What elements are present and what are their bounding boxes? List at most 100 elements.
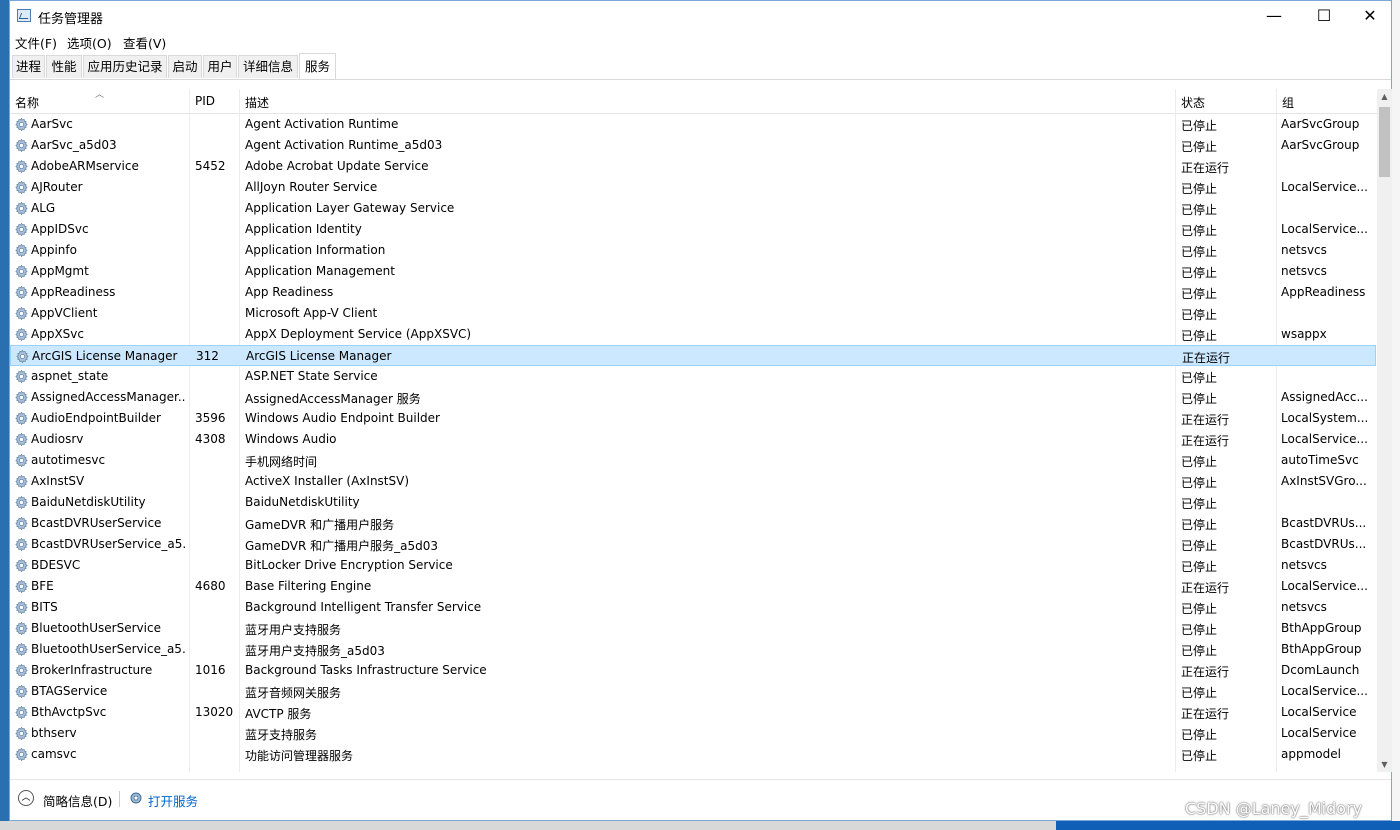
table-row[interactable]: BcastDVRUserService_a5... GameDVR 和广播用户服务…	[10, 534, 1376, 555]
service-gear-icon	[14, 726, 29, 741]
service-group: AarSvcGroup	[1281, 117, 1360, 131]
service-description: 蓝牙用户支持服务	[245, 623, 342, 637]
table-row[interactable]: BcastDVRUserService GameDVR 和广播用户服务 已停止 Bca…	[10, 513, 1376, 534]
service-gear-icon	[14, 558, 29, 573]
service-description: Adobe Acrobat Update Service	[245, 159, 429, 173]
service-status: 已停止	[1181, 455, 1218, 469]
table-row[interactable]: ALG Application Layer Gateway Service 已停止	[10, 198, 1376, 219]
service-gear-icon	[14, 495, 29, 510]
service-gear-icon	[14, 306, 29, 321]
table-row[interactable]: AppIDSvc Application Identity 已停止 LocalServ…	[10, 219, 1376, 240]
tab-processes[interactable]: 进程	[12, 55, 45, 78]
table-row[interactable]: camsvc 功能访问管理器服务 已停止 appmodel	[10, 744, 1376, 765]
table-row[interactable]: BluetoothUserService 蓝牙用户支持服务 已停止 BthAppGro…	[10, 618, 1376, 639]
service-name: AarSvc_a5d03	[31, 138, 117, 152]
service-status: 已停止	[1181, 686, 1218, 700]
tab-app-history[interactable]: 应用历史记录	[83, 55, 167, 78]
column-header-name[interactable]: 名称	[15, 94, 39, 111]
table-row[interactable]: BaiduNetdiskUtility BaiduNetdiskUtility 已停…	[10, 492, 1376, 513]
service-gear-icon	[14, 369, 29, 384]
service-name: BITS	[31, 600, 58, 614]
service-name: BluetoothUserService	[31, 621, 161, 635]
service-gear-icon	[14, 411, 29, 426]
column-header-status[interactable]: 状态	[1181, 94, 1205, 111]
service-gear-icon	[14, 159, 29, 174]
table-row[interactable]: AxInstSV ActiveX Installer (AxInstSV) 已停止 A…	[10, 471, 1376, 492]
column-header-description[interactable]: 描述	[245, 94, 269, 111]
tab-services[interactable]: 服务	[299, 53, 336, 79]
table-row[interactable]: BTAGService 蓝牙音频网关服务 已停止 LocalService...	[10, 681, 1376, 702]
table-row[interactable]: AarSvc_a5d03 Agent Activation Runtime_a5d…	[10, 135, 1376, 156]
column-header-pid[interactable]: PID	[195, 94, 215, 108]
table-row[interactable]: Audiosrv 4308 Windows Audio 正在运行 LocalServic…	[10, 429, 1376, 450]
table-row[interactable]: AppMgmt Application Management 已停止 netsvcs	[10, 261, 1376, 282]
table-row[interactable]: BluetoothUserService_a5... 蓝牙用户支持服务_a5d03…	[10, 639, 1376, 660]
service-group: AppReadiness	[1281, 285, 1366, 299]
table-row[interactable]: AdobeARMservice 5452 Adobe Acrobat Update …	[10, 156, 1376, 177]
window-title: 任务管理器	[38, 12, 104, 27]
title-bar[interactable]: 任务管理器 — ☐ ✕	[10, 1, 1391, 31]
tab-performance[interactable]: 性能	[46, 55, 82, 78]
service-description: 功能访问管理器服务	[245, 749, 354, 763]
service-group: AxInstSVGro...	[1281, 474, 1367, 488]
table-row[interactable]: BthAvctpSvc 13020 AVCTP 服务 正在运行 LocalService	[10, 702, 1376, 723]
service-status: 已停止	[1181, 287, 1218, 301]
menu-view[interactable]: 查看(V)	[123, 33, 166, 52]
sort-ascending-icon: ︿	[95, 90, 105, 100]
maximize-button[interactable]: ☐	[1301, 1, 1347, 31]
service-description: Microsoft App-V Client	[245, 306, 378, 320]
services-table: ︿ 名称 PID 描述 状态 组 AarSvc Agent Activation …	[10, 89, 1377, 772]
table-row[interactable]: AppReadiness App Readiness 已停止 AppReadiness	[10, 282, 1376, 303]
desktop-background-left	[0, 0, 9, 830]
service-pid: 3596	[195, 411, 226, 425]
tab-users[interactable]: 用户	[203, 55, 237, 78]
service-gear-icon	[14, 600, 29, 615]
tab-startup[interactable]: 启动	[168, 55, 202, 78]
table-row[interactable]: AssignedAccessManager... AssignedAccessMa…	[10, 387, 1376, 408]
table-row[interactable]: ArcGIS License Manager 312 ArcGIS License …	[10, 345, 1376, 366]
service-name: autotimesvc	[31, 453, 106, 467]
table-row[interactable]: AJRouter AllJoyn Router Service 已停止 LocalSe…	[10, 177, 1376, 198]
vertical-scrollbar[interactable]: ▲ ▼	[1377, 89, 1392, 772]
table-row[interactable]: AarSvc Agent Activation Runtime 已停止 AarSvcG…	[10, 114, 1376, 135]
table-row[interactable]: Appinfo Application Information 已停止 netsvcs	[10, 240, 1376, 261]
service-gear-icon	[14, 390, 29, 405]
scroll-down-arrow-icon[interactable]: ▼	[1377, 757, 1392, 772]
table-row[interactable]: autotimesvc 手机网络时间 已停止 autoTimeSvc	[10, 450, 1376, 471]
table-row[interactable]: BITS Background Intelligent Transfer Serv…	[10, 597, 1376, 618]
table-row[interactable]: BFE 4680 Base Filtering Engine 正在运行 LocalSer…	[10, 576, 1376, 597]
desktop-background-right	[1392, 0, 1400, 830]
service-name: BcastDVRUserService_a5...	[31, 537, 186, 551]
table-row[interactable]: BDESVC BitLocker Drive Encryption Service…	[10, 555, 1376, 576]
table-row[interactable]: AppVClient Microsoft App-V Client 已停止	[10, 303, 1376, 324]
services-gear-icon	[130, 792, 142, 804]
table-row[interactable]: AudioEndpointBuilder 3596 Windows Audio En…	[10, 408, 1376, 429]
menu-file[interactable]: 文件(F)	[15, 33, 57, 52]
service-name: Appinfo	[31, 243, 77, 257]
scroll-up-arrow-icon[interactable]: ▲	[1377, 89, 1392, 104]
tab-details[interactable]: 详细信息	[238, 55, 298, 78]
service-gear-icon	[14, 579, 29, 594]
minimize-button[interactable]: —	[1251, 1, 1297, 31]
fewer-details-button[interactable]: 简略信息(D)	[43, 791, 112, 810]
menu-options[interactable]: 选项(O)	[67, 33, 112, 52]
service-name: ArcGIS License Manager	[32, 349, 178, 363]
service-status: 已停止	[1181, 539, 1218, 553]
service-description: Agent Activation Runtime_a5d03	[245, 138, 443, 152]
close-button[interactable]: ✕	[1347, 1, 1393, 31]
table-row[interactable]: AppXSvc AppX Deployment Service (AppXSVC)…	[10, 324, 1376, 345]
table-row[interactable]: BrokerInfrastructure 1016 Background Tasks…	[10, 660, 1376, 681]
service-status: 已停止	[1181, 329, 1218, 343]
table-row[interactable]: bthserv 蓝牙支持服务 已停止 LocalService	[10, 723, 1376, 744]
service-group: LocalService...	[1281, 684, 1368, 698]
chevron-up-icon[interactable]: ︿	[18, 790, 34, 806]
column-header-group[interactable]: 组	[1282, 94, 1294, 111]
service-pid: 5452	[195, 159, 226, 173]
open-services-link[interactable]: 打开服务	[148, 791, 198, 810]
menu-bar: 文件(F) 选项(O) 查看(V)	[10, 31, 1391, 51]
scrollbar-thumb[interactable]	[1379, 107, 1390, 177]
table-row[interactable]: aspnet_state ASP.NET State Service 已停止	[10, 366, 1376, 387]
service-group: appmodel	[1281, 747, 1341, 761]
footer-divider	[119, 791, 120, 807]
service-name: BFE	[31, 579, 54, 593]
